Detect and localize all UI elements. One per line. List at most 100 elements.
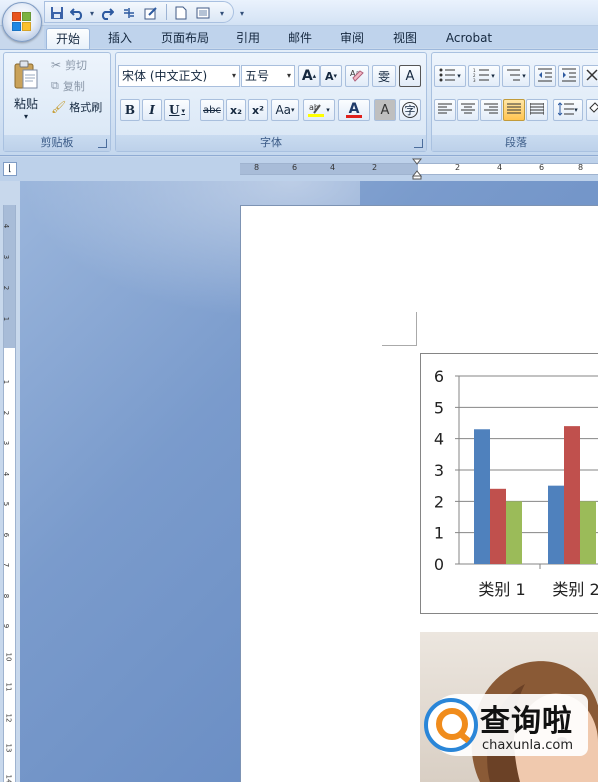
font-name-combo[interactable]: 宋体 (中文正文) ▾	[118, 65, 240, 87]
tab-mailings[interactable]: 邮件	[280, 28, 320, 50]
font-launcher-icon[interactable]	[414, 139, 423, 148]
decrease-indent-icon	[537, 68, 553, 85]
clear-formatting-button[interactable]: Aa	[345, 65, 369, 87]
copy-button[interactable]: ⧉ 复制	[50, 77, 108, 95]
font-color-swatch	[346, 114, 362, 118]
office-button[interactable]	[2, 2, 42, 42]
clipboard-launcher-icon[interactable]	[98, 139, 107, 148]
paragraph-group-label: 段落	[432, 135, 598, 151]
ruler-number: 6	[292, 163, 298, 172]
embedded-bar-chart[interactable]: 0 1 2 3 4 5 6 类别 1 类别 2	[420, 353, 598, 614]
new-document-icon[interactable]	[172, 4, 190, 22]
ruler-number: 6	[539, 163, 545, 172]
redo-icon[interactable]	[98, 4, 116, 22]
undo-dropdown-icon[interactable]: ▾	[88, 4, 96, 22]
tab-acrobat[interactable]: Acrobat	[436, 28, 502, 50]
phonetic-guide-label: 雯	[377, 69, 390, 84]
multilevel-dropdown-icon[interactable]: ▾	[522, 72, 526, 80]
indent-marker-icon[interactable]	[411, 158, 423, 180]
superscript-button[interactable]: x²	[248, 99, 268, 121]
tab-references[interactable]: 引用	[228, 28, 268, 50]
y-tick-label: 4	[434, 430, 444, 449]
paste-button[interactable]: 粘贴 ▾	[7, 55, 45, 125]
tab-home[interactable]: 开始	[46, 28, 90, 50]
underline-button[interactable]: U ▾	[164, 99, 190, 121]
tab-insert[interactable]: 插入	[100, 28, 140, 50]
format-painter-label: 格式刷	[69, 101, 103, 114]
ruler-number: 4	[2, 223, 11, 229]
x-tick-label: 类别 1	[478, 580, 525, 599]
clipboard-group-label: 剪贴板	[4, 135, 110, 151]
bullets-dropdown-icon[interactable]: ▾	[457, 72, 461, 80]
line-spacing-dropdown-icon[interactable]: ▾	[574, 106, 578, 114]
chinese-layout-button[interactable]	[582, 65, 598, 87]
phonetic-guide-button[interactable]: 雯	[372, 65, 396, 87]
underline-label: U	[169, 103, 180, 117]
ruler-number: 1	[2, 316, 11, 322]
align-right-button[interactable]	[480, 99, 502, 121]
undo-icon[interactable]	[68, 4, 86, 22]
line-spacing-button[interactable]: ▾	[553, 99, 583, 121]
numbering-dropdown-icon[interactable]: ▾	[491, 72, 495, 80]
ruler-number: 3	[2, 254, 11, 260]
align-center-button[interactable]	[457, 99, 479, 121]
tab-review[interactable]: 审阅	[332, 28, 372, 50]
distributed-button[interactable]	[526, 99, 548, 121]
y-tick-label: 1	[434, 524, 444, 543]
cut-button[interactable]: ✂ 剪切	[50, 56, 108, 74]
font-name-dropdown-icon[interactable]: ▾	[232, 66, 236, 86]
ruler-number: 4	[330, 163, 336, 172]
shrink-font-label: A	[324, 69, 334, 83]
ruler-number: 7	[2, 562, 11, 568]
font-size-dropdown-icon[interactable]: ▾	[287, 66, 291, 86]
enclose-characters-label: 字	[402, 102, 418, 118]
subscript-button[interactable]: x₂	[226, 99, 246, 121]
draw-table-icon[interactable]	[120, 4, 138, 22]
edit-icon[interactable]	[142, 4, 160, 22]
print-layout-icon[interactable]	[194, 4, 218, 22]
shading-button[interactable]	[586, 99, 598, 121]
chart-bar	[506, 501, 522, 564]
bullets-button[interactable]: ▾	[434, 65, 466, 87]
multilevel-list-button[interactable]: ▾	[502, 65, 530, 87]
print-layout-dropdown-icon[interactable]: ▾	[218, 4, 226, 22]
font-color-button[interactable]: A	[338, 99, 370, 121]
enclose-characters-button[interactable]: 字	[399, 99, 421, 121]
y-tick-label: 3	[434, 461, 444, 480]
bold-button[interactable]: B	[120, 99, 140, 121]
character-border-button[interactable]: A	[399, 65, 421, 87]
grow-font-label: A	[301, 68, 313, 84]
highlight-button[interactable]: ab ▾	[303, 99, 335, 121]
tab-view[interactable]: 视图	[384, 28, 426, 50]
change-case-dropdown-icon[interactable]: ▾	[291, 106, 295, 114]
highlight-dropdown-icon[interactable]: ▾	[326, 106, 330, 114]
customize-toolbar-icon[interactable]: ▾	[238, 4, 246, 22]
ruler-number: 14	[4, 774, 13, 782]
underline-dropdown-icon[interactable]: ▾	[181, 106, 185, 115]
align-left-button[interactable]	[434, 99, 456, 121]
format-painter-button[interactable]: 🖌 格式刷	[50, 98, 108, 116]
shrink-font-button[interactable]: A ▾	[320, 65, 342, 87]
numbering-button[interactable]: 1 2 3 ▾	[468, 65, 500, 87]
tab-page-layout[interactable]: 页面布局	[152, 28, 218, 50]
character-shading-button[interactable]: A	[374, 99, 396, 121]
grow-font-button[interactable]: A ▴	[298, 65, 320, 87]
strikethrough-button[interactable]: abc	[200, 99, 224, 121]
italic-button[interactable]: I	[142, 99, 162, 121]
increase-indent-button[interactable]	[558, 65, 580, 87]
ruler-number: 2	[372, 163, 378, 172]
paintbrush-icon: 🖌	[51, 100, 67, 114]
ruler-number: 6	[2, 532, 11, 537]
justify-button[interactable]	[503, 99, 525, 121]
font-size-combo[interactable]: 五号 ▾	[241, 65, 295, 87]
font-color-label: A	[348, 100, 360, 117]
save-icon[interactable]	[48, 4, 66, 22]
decrease-indent-button[interactable]	[534, 65, 556, 87]
tab-selector-icon[interactable]: ⌊	[3, 162, 17, 176]
change-case-button[interactable]: Aa ▾	[271, 99, 299, 121]
ruler-number: 10	[4, 652, 13, 661]
y-tick-label: 6	[434, 367, 444, 386]
ruler-number: 11	[4, 682, 13, 692]
scissors-icon: ✂	[51, 58, 62, 72]
character-border-label: A	[405, 68, 415, 84]
